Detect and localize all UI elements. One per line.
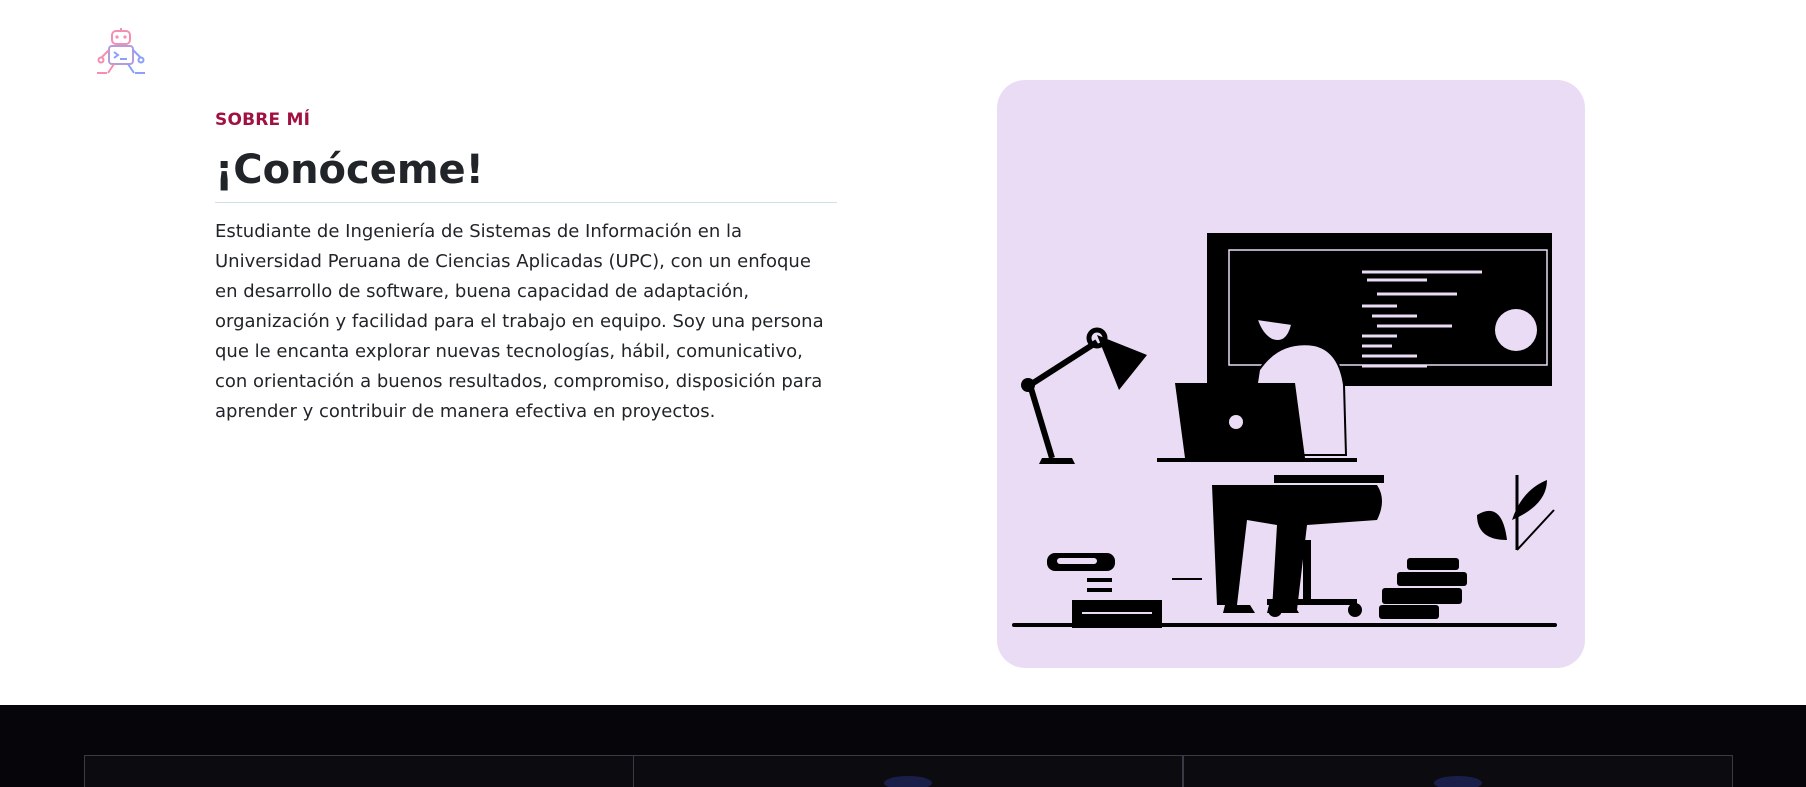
card-image-glow [1434, 776, 1482, 787]
title-divider [215, 202, 837, 203]
card-panel [633, 755, 1183, 787]
about-description: Estudiante de Ingeniería de Sistemas de … [215, 221, 824, 422]
section-title: ¡Conóceme! [215, 147, 484, 193]
illustration-card [997, 80, 1585, 668]
about-page: SOBRE MÍ ¡Conóceme! Estudiante de Ingeni… [0, 0, 1806, 787]
next-section-band [0, 705, 1806, 787]
robot-terminal-icon [97, 28, 145, 74]
about-section: SOBRE MÍ ¡Conóceme! Estudiante de Ingeni… [215, 108, 837, 427]
person-working-at-laptop-illustration [1012, 233, 1557, 628]
card-panel [1183, 755, 1733, 787]
card-panel [84, 755, 634, 787]
card-image-glow [884, 776, 932, 787]
site-logo[interactable] [95, 28, 151, 76]
section-eyebrow: SOBRE MÍ [215, 110, 311, 130]
